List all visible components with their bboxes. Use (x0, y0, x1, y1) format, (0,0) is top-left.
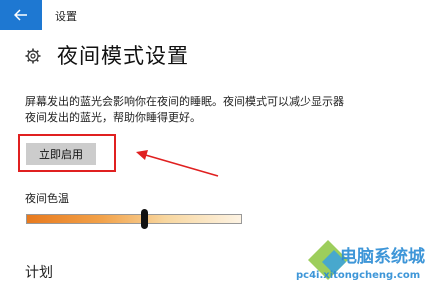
description-line: 夜间发出的蓝光，帮助你睡得更好。 (25, 111, 201, 124)
back-button[interactable] (0, 0, 42, 30)
gear-icon (25, 48, 41, 64)
color-temperature-slider[interactable] (26, 214, 242, 224)
enable-now-button[interactable]: 立即启用 (26, 143, 96, 165)
annotation-arrow-icon (136, 150, 219, 177)
watermark-text: 电脑系统城 (340, 247, 425, 267)
window-title: 设置 (55, 10, 77, 23)
arrow-left-icon (14, 9, 27, 21)
page-title: 夜间模式设置 (57, 44, 189, 68)
description: 屏幕发出的蓝光会影响你在夜间的睡眠。夜间模式可以减少显示器 夜间发出的蓝光，帮助… (25, 94, 385, 126)
schedule-heading: 计划 (25, 265, 53, 281)
description-line: 屏幕发出的蓝光会影响你在夜间的睡眠。夜间模式可以减少显示器 (25, 95, 344, 108)
color-temperature-label: 夜间色温 (25, 192, 69, 205)
slider-thumb[interactable] (141, 209, 149, 229)
watermark-url: pc4i.xitongcheng.com (296, 270, 421, 281)
